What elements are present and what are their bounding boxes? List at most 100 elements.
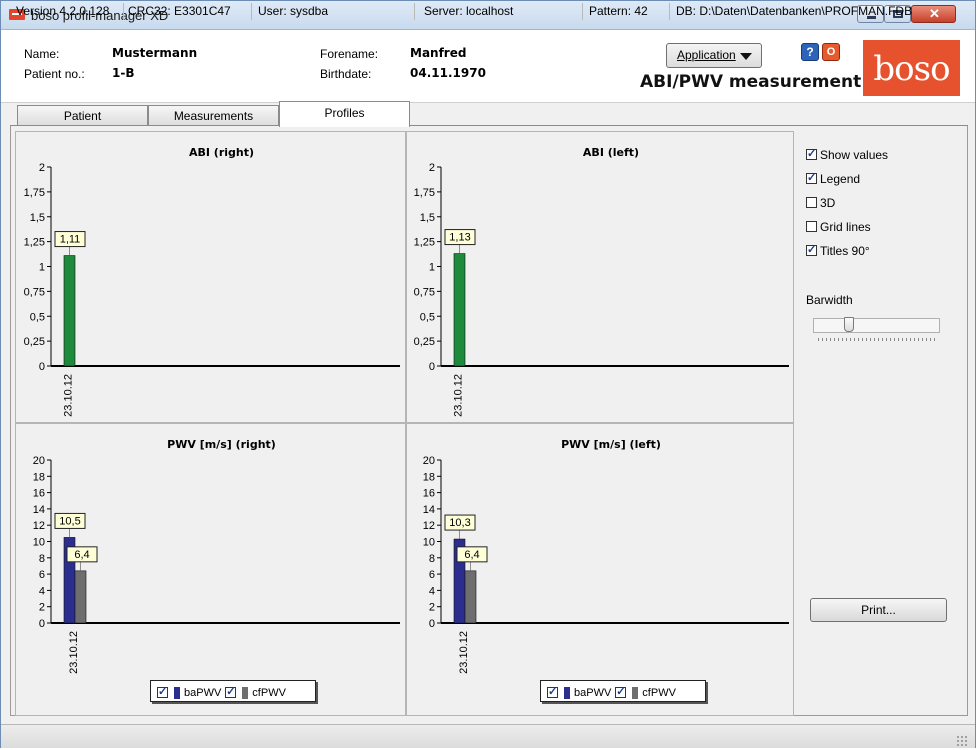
y-tick-label: 0 xyxy=(429,361,435,373)
legend-swatch xyxy=(632,686,639,699)
status-version: Version 4.2.0.128 xyxy=(12,3,124,20)
barwidth-slider-thumb[interactable] xyxy=(843,317,854,332)
y-tick-label: 1,75 xyxy=(24,187,45,199)
legend-item-cfpwv[interactable]: cfPWV xyxy=(225,685,286,699)
barwidth-label: Barwidth xyxy=(806,293,853,307)
chart-svg: PWV [m/s] (left) 0 2 4 6 8 10 12 14 16 18 20 10,3 6,4… xyxy=(423,438,789,674)
y-tick-label: 4 xyxy=(39,585,45,597)
application-menu-button[interactable]: Application xyxy=(666,43,762,68)
data-label: 1,13 xyxy=(449,232,470,244)
y-tick-label: 1 xyxy=(39,262,45,274)
pwv-right-chart: PWV [m/s] (right) 0 2 4 6 8 10 12 14 16 18 20 10,5 6,… xyxy=(15,423,406,716)
category-label: 23.10.12 xyxy=(458,631,470,674)
status-server: Server: localhost xyxy=(420,3,583,20)
tab-measurements[interactable]: Measurements xyxy=(148,105,279,125)
y-tick-label: 16 xyxy=(423,488,435,500)
birthdate-label: Birthdate: xyxy=(320,67,372,81)
power-icon[interactable]: O xyxy=(822,43,840,61)
legend-option[interactable]: Legend xyxy=(806,171,860,187)
legend-item-cfpwv[interactable]: cfPWV xyxy=(615,685,676,699)
y-tick-label: 0,5 xyxy=(420,311,435,323)
y-tick-label: 20 xyxy=(423,455,435,467)
y-tick-label: 0,5 xyxy=(30,311,45,323)
y-tick-label: 0 xyxy=(39,361,45,373)
y-tick-label: 1,75 xyxy=(414,187,435,199)
slider-ticks xyxy=(818,338,936,341)
cfpwv-bar xyxy=(74,570,87,624)
help-icon[interactable]: ? xyxy=(801,43,819,61)
status-bar xyxy=(1,724,975,748)
barwidth-slider[interactable] xyxy=(813,318,940,333)
patient-no-value: 1-B xyxy=(112,66,135,80)
dropdown-arrow-icon xyxy=(740,53,752,60)
forename-label: Forename: xyxy=(320,47,379,61)
y-tick-label: 14 xyxy=(423,504,435,516)
bapwv-legend-checkbox[interactable] xyxy=(157,685,168,699)
data-label: 6,4 xyxy=(464,549,479,561)
y-tick-label: 18 xyxy=(33,471,45,483)
y-tick-label: 12 xyxy=(423,520,435,532)
grid-lines-checkbox[interactable] xyxy=(806,221,817,233)
patient-header xyxy=(1,30,975,103)
y-tick-label: 16 xyxy=(33,488,45,500)
legend-checkbox[interactable] xyxy=(806,171,817,185)
status-user: User: sysdba xyxy=(254,3,415,20)
abi-bar xyxy=(63,255,76,367)
y-tick-label: 12 xyxy=(33,520,45,532)
y-tick-label: 6 xyxy=(429,569,435,581)
status-pattern: Pattern: 42 xyxy=(585,3,670,20)
category-label: 23.10.12 xyxy=(453,374,465,417)
grid-lines-option[interactable]: Grid lines xyxy=(806,219,871,235)
legend-label: baPWV xyxy=(574,686,612,699)
chart-svg: ABI (left) 0 0,25 0,5 0,75 1 1,25 1,5 1,75 2 1,13 2… xyxy=(414,146,789,417)
show-values-checkbox[interactable] xyxy=(806,147,817,161)
birthdate-value: 04.11.1970 xyxy=(410,66,486,80)
cfpwv-legend-checkbox[interactable] xyxy=(615,685,627,699)
y-tick-label: 2 xyxy=(39,162,45,174)
cfpwv-legend-checkbox[interactable] xyxy=(225,685,237,699)
chart-svg: ABI (right) 0 0,25 0,5 0,75 1 1,25 1,5 1,75 2 1,11… xyxy=(24,146,400,417)
y-tick-label: 8 xyxy=(429,553,435,565)
tab-patient[interactable]: Patient xyxy=(17,105,148,125)
y-tick-label: 2 xyxy=(39,602,45,614)
print-button-label: Print... xyxy=(861,603,896,617)
name-label: Name: xyxy=(24,47,60,61)
y-tick-label: 0,75 xyxy=(24,286,45,298)
data-label: 1,11 xyxy=(60,234,81,246)
y-tick-label: 10 xyxy=(33,537,45,549)
status-db: DB: D:\Daten\Datenbanken\PROFMAN.FDB xyxy=(676,4,913,18)
legend-item-bapwv[interactable]: baPWV xyxy=(157,685,221,699)
cfpwv-bar xyxy=(464,570,477,624)
titles-90-option[interactable]: Titles 90° xyxy=(806,243,870,259)
chart-title: PWV [m/s] (left) xyxy=(561,438,661,451)
y-tick-label: 6 xyxy=(39,569,45,581)
category-label: 23.10.12 xyxy=(68,631,80,674)
y-tick-label: 0 xyxy=(429,618,435,630)
y-tick-label: 1,25 xyxy=(414,237,435,249)
legend-label: cfPWV xyxy=(252,686,286,699)
y-tick-label: 0 xyxy=(39,618,45,630)
resize-grip-icon[interactable] xyxy=(956,735,968,747)
y-tick-label: 4 xyxy=(429,585,435,597)
titles-90-checkbox[interactable] xyxy=(806,243,817,257)
boso-logo: boso xyxy=(863,40,960,96)
chart-title: PWV [m/s] (right) xyxy=(167,438,276,451)
grid-lines-label: Grid lines xyxy=(820,219,871,234)
pwv-left-chart: PWV [m/s] (left) 0 2 4 6 8 10 12 14 16 18 20 10,3 6,4… xyxy=(406,423,794,716)
y-tick-label: 20 xyxy=(33,455,45,467)
status-crc: CRC32: E3301C47 xyxy=(124,3,252,20)
y-tick-label: 0,25 xyxy=(24,336,45,348)
y-tick-label: 10 xyxy=(423,537,435,549)
legend-item-bapwv[interactable]: baPWV xyxy=(547,685,611,699)
3d-option[interactable]: 3D xyxy=(806,195,835,211)
print-button[interactable]: Print... xyxy=(810,598,947,622)
patient-no-label: Patient no.: xyxy=(24,67,85,81)
3d-checkbox[interactable] xyxy=(806,197,817,209)
bapwv-legend-checkbox[interactable] xyxy=(547,685,558,699)
legend-label: cfPWV xyxy=(642,686,676,699)
tab-profiles[interactable]: Profiles xyxy=(279,101,410,127)
show-values-option[interactable]: Show values xyxy=(806,147,888,163)
y-tick-label: 2 xyxy=(429,162,435,174)
y-tick-label: 1,5 xyxy=(420,212,435,224)
3d-label: 3D xyxy=(820,195,836,210)
